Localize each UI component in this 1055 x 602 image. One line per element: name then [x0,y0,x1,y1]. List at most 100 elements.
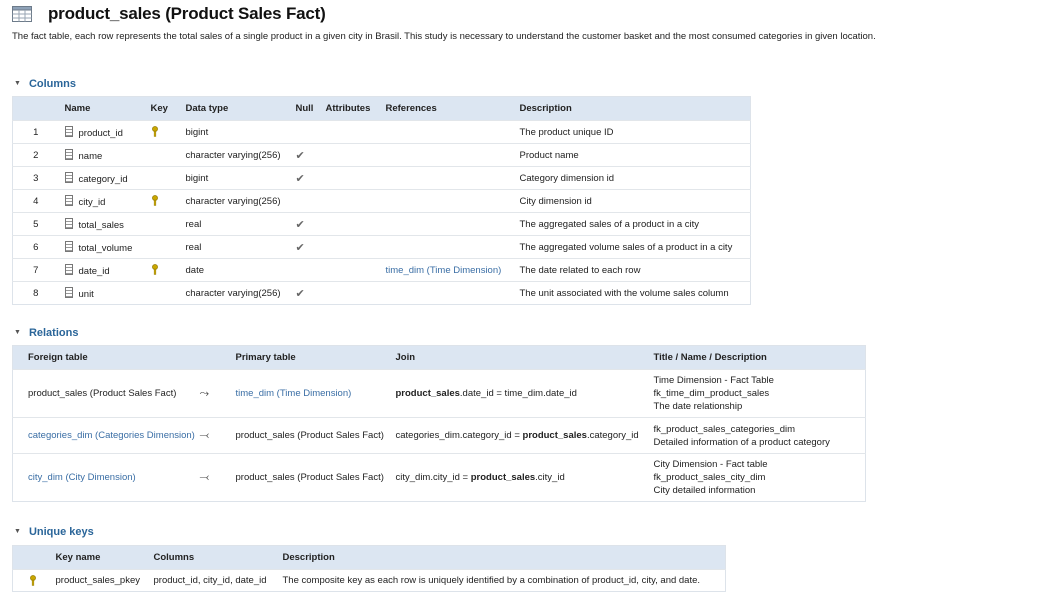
column-reference-link [379,120,514,144]
uk-header-description: Description [276,545,726,570]
table-row[interactable]: 5 total_sales real ✔ The aggregated sales of… [12,212,751,236]
column-reference-link [379,235,514,259]
relation-info-line: City Dimension - Fact table [653,459,768,470]
column-name-cell: city_id [58,189,145,213]
join-suffix: .category_id [586,430,639,441]
column-name[interactable]: product_id [79,128,123,139]
table-row[interactable]: 3 category_id bigint ✔ Category dimension id [12,166,751,190]
relations-header-row: Foreign table Primary table Join Title /… [12,345,866,370]
check-icon: ✔ [295,172,305,185]
column-null-cell [289,120,320,144]
key-icon [151,195,158,206]
column-key-cell [144,143,180,167]
column-reference-link [379,166,514,190]
relation-primary-table: product_sales (Product Sales Fact) [229,417,390,454]
relation-foreign-table[interactable]: categories_dim (Categories Dimension) [12,417,195,454]
section-columns-title: Columns [28,78,76,90]
key-icon [151,264,158,275]
section-relations-toggle[interactable]: ▼ Relations [14,327,78,339]
column-name[interactable]: date_id [79,266,110,277]
relation-info: fk_product_sales_categories_dim Detailed … [647,417,866,454]
column-null-cell: ✔ [289,212,320,236]
page-header: product_sales (Product Sales Fact) [12,3,326,25]
table-row[interactable]: 1 product_id bigint The product unique ID [12,120,751,144]
section-unique-keys-toggle[interactable]: ▼ Unique keys [14,526,94,538]
column-null-cell [289,258,320,282]
join-suffix: .date_id = time_dim.date_id [459,388,577,399]
table-row[interactable]: 2 name character varying(256) ✔ Product name [12,143,751,167]
table-row[interactable]: 4 city_id character varying(256) City dimen… [12,189,751,213]
column-header-name: Name [58,96,145,121]
uk-key-cell [12,569,50,592]
table-row[interactable]: categories_dim (Categories Dimension) ⤙ pr… [12,417,866,454]
section-relations-title: Relations [28,327,79,339]
relation-icon-cell: ⤳ [193,369,230,418]
column-name[interactable]: city_id [79,197,106,208]
column-name[interactable]: unit [79,289,94,300]
relations-table: Foreign table Primary table Join Title /… [12,345,866,502]
column-icon [64,194,73,206]
column-datatype: real [179,212,290,236]
table-row[interactable]: 8 unit character varying(256) ✔ The unit ass… [12,281,751,305]
column-header-datatype: Data type [179,96,290,121]
key-icon [151,126,158,137]
table-row[interactable]: product_sales_pkey product_id, city_id, d… [12,569,726,592]
column-datatype: character varying(256) [179,281,290,305]
column-null-cell: ✔ [289,143,320,167]
column-reference-link [379,212,514,236]
column-reference-link[interactable]: time_dim (Time Dimension) [379,258,514,282]
column-description: The unit associated with the volume sale… [513,281,751,305]
column-header-attributes: Attributes [319,96,380,121]
row-number: 8 [12,281,59,305]
column-key-cell [144,120,180,144]
column-header-references: References [379,96,514,121]
column-datatype: character varying(256) [179,143,290,167]
section-columns-toggle[interactable]: ▼ Columns [14,78,76,90]
column-name[interactable]: name [79,151,103,162]
column-name-cell: name [58,143,145,167]
chevron-down-icon: ▼ [14,79,21,87]
column-name[interactable]: total_sales [79,220,124,231]
check-icon: ✔ [295,149,305,162]
column-description: The date related to each row [513,258,751,282]
relation-info-line: fk_product_sales_city_dim [653,472,766,483]
uk-description: The composite key as each row is uniquel… [276,569,726,592]
relation-primary-table[interactable]: time_dim (Time Dimension) [229,369,390,418]
row-number: 4 [12,189,59,213]
column-icon [64,263,73,275]
column-attributes [319,189,380,213]
column-name-cell: product_id [58,120,145,144]
relation-info: City Dimension - Fact table fk_product_sa… [647,453,866,502]
column-datatype: real [179,235,290,259]
column-icon [64,171,73,183]
column-name-cell: unit [58,281,145,305]
column-name[interactable]: total_volume [79,243,133,254]
table-row[interactable]: city_dim (City Dimension) ⤙ product_sales … [12,453,866,502]
column-description: The aggregated volume sales of a product… [513,235,751,259]
column-description: City dimension id [513,189,751,213]
column-key-cell [144,189,180,213]
column-key-cell [144,258,180,282]
column-datatype: bigint [179,166,290,190]
table-row[interactable]: 7 date_id date time_dim (Time Dimension) The… [12,258,751,282]
uk-header-columns: Columns [147,545,277,570]
column-name[interactable]: category_id [79,174,128,185]
column-description: Category dimension id [513,166,751,190]
table-row[interactable]: 6 total_volume real ✔ The aggregated volume … [12,235,751,259]
column-null-cell [289,189,320,213]
column-attributes [319,120,380,144]
column-key-cell [144,281,180,305]
chevron-down-icon: ▼ [14,328,21,336]
relation-join: city_dim.city_id = product_sales.city_id [389,453,648,502]
relation-foreign-table[interactable]: city_dim (City Dimension) [12,453,194,502]
column-datatype: bigint [179,120,290,144]
page-title: product_sales (Product Sales Fact) [48,4,326,23]
key-icon [30,574,36,586]
row-number: 3 [12,166,59,190]
table-row[interactable]: product_sales (Product Sales Fact) ⤳ time_… [12,369,866,418]
column-icon [64,217,73,229]
join-prefix: city_dim.city_id = [395,472,471,483]
relation-info-line: fk_time_dim_product_sales [653,388,770,399]
column-reference-link [379,143,514,167]
relation-foreign-table: product_sales (Product Sales Fact) [12,369,194,418]
